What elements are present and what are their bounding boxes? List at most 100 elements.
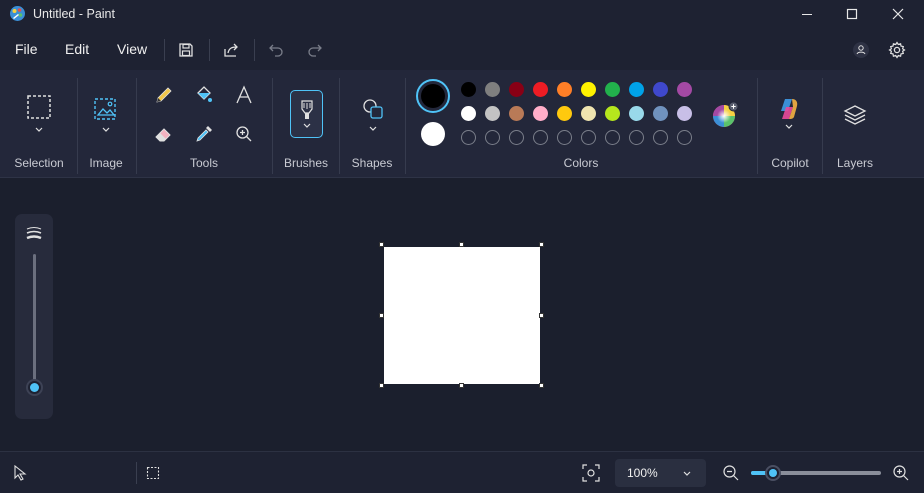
view-menu[interactable]: View <box>117 41 147 57</box>
palette-swatch[interactable] <box>557 82 572 97</box>
zoom-dropdown[interactable]: 100% <box>615 459 706 487</box>
palette-swatch[interactable] <box>509 106 524 121</box>
palette-swatch[interactable] <box>485 106 500 121</box>
palette-swatch[interactable] <box>629 106 644 121</box>
custom-color-slot[interactable] <box>533 130 548 145</box>
drawing-canvas[interactable] <box>384 247 540 384</box>
secondary-color-button[interactable] <box>420 121 446 147</box>
shapes-group-label: Shapes <box>351 156 393 170</box>
account-icon[interactable] <box>850 39 872 61</box>
zoom-in-icon[interactable] <box>892 464 910 487</box>
ribbon-divider <box>136 78 137 174</box>
custom-color-slot[interactable] <box>485 130 500 145</box>
brushes-button[interactable] <box>290 90 323 138</box>
redo-icon[interactable] <box>304 39 326 61</box>
eraser-icon[interactable] <box>152 122 176 146</box>
palette-swatch[interactable] <box>677 82 692 97</box>
palette-swatch[interactable] <box>509 82 524 97</box>
ribbon-divider <box>405 78 406 174</box>
palette-swatch[interactable] <box>557 106 572 121</box>
edit-colors-button[interactable] <box>710 100 740 130</box>
custom-color-slot[interactable] <box>461 130 476 145</box>
zoom-slider[interactable] <box>751 465 881 481</box>
file-menu[interactable]: File <box>15 41 38 57</box>
secondary-color-swatch <box>421 122 445 146</box>
palette-swatch[interactable] <box>653 82 668 97</box>
resize-handle[interactable] <box>379 313 384 318</box>
close-button[interactable] <box>875 0 921 28</box>
share-icon[interactable] <box>220 39 242 61</box>
palette-swatch[interactable] <box>533 82 548 97</box>
palette-swatch[interactable] <box>581 82 596 97</box>
shapes-button[interactable] <box>358 95 388 135</box>
paint-window: Untitled - Paint File Edit View Selectio… <box>0 0 924 493</box>
chevron-down-icon <box>369 126 377 131</box>
custom-color-slot[interactable] <box>653 130 668 145</box>
resize-handle[interactable] <box>539 313 544 318</box>
selection-tool-button[interactable] <box>24 92 54 136</box>
paint-app-icon <box>9 5 26 22</box>
fill-bucket-icon[interactable] <box>192 83 216 107</box>
layers-icon <box>843 105 867 125</box>
chevron-down-icon <box>303 123 310 128</box>
palette-swatch[interactable] <box>605 82 620 97</box>
palette-swatch[interactable] <box>605 106 620 121</box>
custom-color-slot[interactable] <box>509 130 524 145</box>
status-bar: 100% <box>0 451 924 493</box>
resize-handle[interactable] <box>459 242 464 247</box>
settings-gear-icon[interactable] <box>886 39 908 61</box>
palette-swatch[interactable] <box>677 106 692 121</box>
minimize-button[interactable] <box>784 0 830 28</box>
edit-menu[interactable]: Edit <box>65 41 89 57</box>
window-title: Untitled - Paint <box>33 7 115 21</box>
palette-swatch[interactable] <box>629 82 644 97</box>
copilot-button[interactable] <box>774 94 804 134</box>
palette-swatch[interactable] <box>581 106 596 121</box>
ribbon-divider <box>77 78 78 174</box>
image-icon <box>94 98 116 120</box>
zoom-out-icon[interactable] <box>722 464 740 487</box>
tools-group-label: Tools <box>189 156 218 170</box>
brush-size-track[interactable] <box>33 254 36 394</box>
custom-color-slot[interactable] <box>629 130 644 145</box>
pencil-icon[interactable] <box>152 83 176 107</box>
zoom-slider-thumb[interactable] <box>765 465 782 481</box>
resize-handle[interactable] <box>379 242 384 247</box>
fit-to-window-icon[interactable] <box>582 464 600 487</box>
palette-swatch[interactable] <box>533 106 548 121</box>
custom-color-slot[interactable] <box>677 130 692 145</box>
palette-swatch[interactable] <box>485 82 500 97</box>
custom-color-slot[interactable] <box>581 130 596 145</box>
layers-button[interactable] <box>840 100 870 130</box>
cursor-position-icon <box>13 464 27 486</box>
selection-size-icon <box>146 466 160 485</box>
undo-icon[interactable] <box>265 39 287 61</box>
brush-size-panel <box>15 214 53 419</box>
menu-divider <box>254 39 255 61</box>
custom-color-slot[interactable] <box>557 130 572 145</box>
text-icon[interactable] <box>232 83 256 107</box>
palette-swatch[interactable] <box>653 106 668 121</box>
maximize-button[interactable] <box>829 0 875 28</box>
brush-size-thumb[interactable] <box>26 379 43 396</box>
color-picker-icon[interactable] <box>192 122 216 146</box>
chevron-down-icon <box>35 127 43 132</box>
resize-handle[interactable] <box>379 383 384 388</box>
palette-swatch[interactable] <box>461 106 476 121</box>
chevron-down-icon <box>683 471 691 476</box>
title-bar: Untitled - Paint <box>0 0 924 30</box>
zoom-value: 100% <box>627 466 658 480</box>
magnifier-icon[interactable] <box>232 122 256 146</box>
palette-swatch[interactable] <box>461 82 476 97</box>
ribbon-divider <box>339 78 340 174</box>
ribbon-divider <box>272 78 273 174</box>
resize-handle[interactable] <box>539 383 544 388</box>
resize-handle[interactable] <box>459 383 464 388</box>
image-group-label: Image <box>89 156 123 170</box>
image-tool-button[interactable] <box>91 94 121 136</box>
resize-handle[interactable] <box>539 242 544 247</box>
primary-color-button[interactable] <box>416 79 450 113</box>
save-icon[interactable] <box>175 39 197 61</box>
custom-color-slot[interactable] <box>605 130 620 145</box>
canvas-workspace <box>0 179 924 451</box>
